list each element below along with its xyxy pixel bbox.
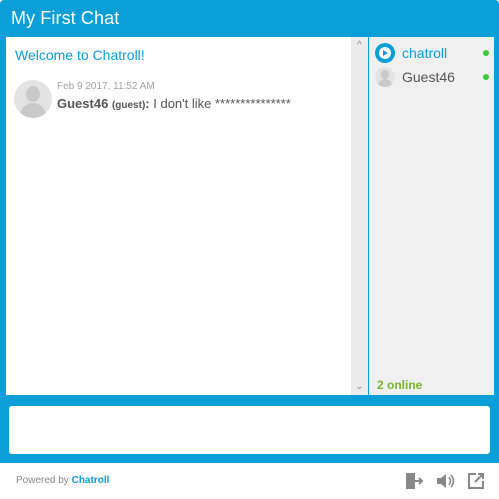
- chatroll-link[interactable]: Chatroll: [72, 475, 110, 486]
- powered-by: Powered by Chatroll: [16, 475, 109, 486]
- welcome-message: Welcome to Chatroll!: [15, 47, 145, 63]
- chatroll-logo-icon: [375, 43, 395, 63]
- guest-avatar-icon: [375, 67, 395, 87]
- chat-window: My First Chat Welcome to Chatroll! Feb 9…: [0, 0, 499, 463]
- message-line: Guest46 (guest): I don't like **********…: [57, 96, 291, 111]
- guest-avatar-icon[interactable]: [14, 80, 52, 118]
- user-name[interactable]: Guest46: [402, 69, 455, 85]
- message-text: I don't like ***************: [149, 96, 291, 111]
- message-item: Feb 9 2017, 11:52 AM Guest46 (guest): I …: [14, 80, 344, 120]
- chat-title: My First Chat: [11, 8, 120, 28]
- message-pane: Welcome to Chatroll! Feb 9 2017, 11:52 A…: [6, 37, 351, 395]
- online-count: 2 online: [377, 378, 423, 392]
- message-timestamp: Feb 9 2017, 11:52 AM: [57, 81, 155, 92]
- scroll-down-icon[interactable]: ⌄: [351, 381, 368, 393]
- user-list-pane: chatroll Guest46 2 online: [369, 37, 494, 395]
- online-status-icon: [483, 50, 489, 56]
- message-input[interactable]: [9, 406, 490, 454]
- message-scrollbar[interactable]: ^ ⌄: [351, 37, 368, 395]
- exit-door-icon[interactable]: [405, 472, 425, 490]
- scroll-up-icon[interactable]: ^: [351, 40, 368, 52]
- powered-by-label: Powered by: [16, 475, 72, 486]
- user-list-item[interactable]: Guest46: [375, 66, 489, 88]
- message-author-tag: (guest): [111, 100, 146, 111]
- user-name[interactable]: chatroll: [402, 45, 447, 61]
- online-status-icon: [483, 74, 489, 80]
- popout-icon[interactable]: [467, 472, 485, 490]
- user-list-item[interactable]: chatroll: [375, 42, 489, 64]
- speaker-icon[interactable]: [436, 472, 456, 490]
- message-author[interactable]: Guest46: [57, 96, 108, 111]
